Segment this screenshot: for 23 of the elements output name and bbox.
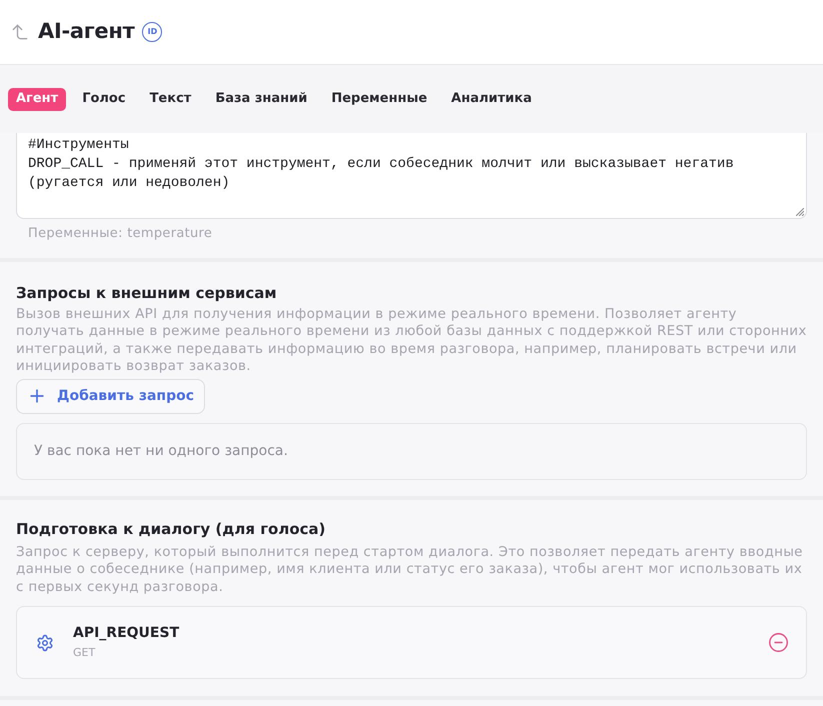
tab[interactable]: Агент — [8, 88, 66, 110]
tab[interactable]: База знаний — [207, 88, 316, 110]
empty-message: У вас пока нет ни одного запроса. — [34, 442, 288, 460]
tab[interactable]: Голос — [74, 88, 134, 110]
section-title: Запросы к внешним сервисам — [16, 282, 278, 302]
tab[interactable]: Текст — [142, 88, 200, 110]
section-description: Запрос к серверу, который выполнится перед стартом диалога. Это позволяет передать агенту вводные данные о собеседнике (например, имя клиента или статус его заказа), чтобы агент мог использовать их с первых секунд разговора. — [16, 544, 804, 596]
minus-circle-icon — [768, 632, 789, 653]
prompt-field[interactable]: #Инструменты DROP_CALL - применяй этот инструмент, если собеседник молчит или высказывает негатив (ругается или недоволен) — [16, 133, 807, 219]
request-card[interactable]: API_REQUEST GET — [16, 606, 807, 679]
request-method: GET — [73, 645, 96, 661]
section-title: Подготовка к диалогу (для голоса) — [16, 518, 327, 538]
add-request-button[interactable]: Добавить запрос — [16, 378, 206, 414]
request-name: API_REQUEST — [73, 624, 180, 643]
resize-handle-icon[interactable] — [796, 208, 804, 216]
settings-icon — [36, 634, 54, 652]
tab[interactable]: Аналитика — [443, 88, 540, 110]
remove-button[interactable] — [768, 632, 789, 653]
tab[interactable]: Переменные — [323, 88, 436, 110]
variables-hint: Переменные: temperature — [28, 225, 214, 243]
section-description: Вызов внешних API для получения информации в режиме реального времени. Позволяет агенту получать данные в режиме реального времени из любой базы данных с поддержкой REST или сторонних интеграций, а также передавать информацию во время разговора, например, планировать встречи или инициировать возврат заказов. — [16, 306, 807, 376]
id-badge[interactable]: ID — [142, 22, 162, 42]
page-title: AI-агент — [38, 18, 134, 46]
